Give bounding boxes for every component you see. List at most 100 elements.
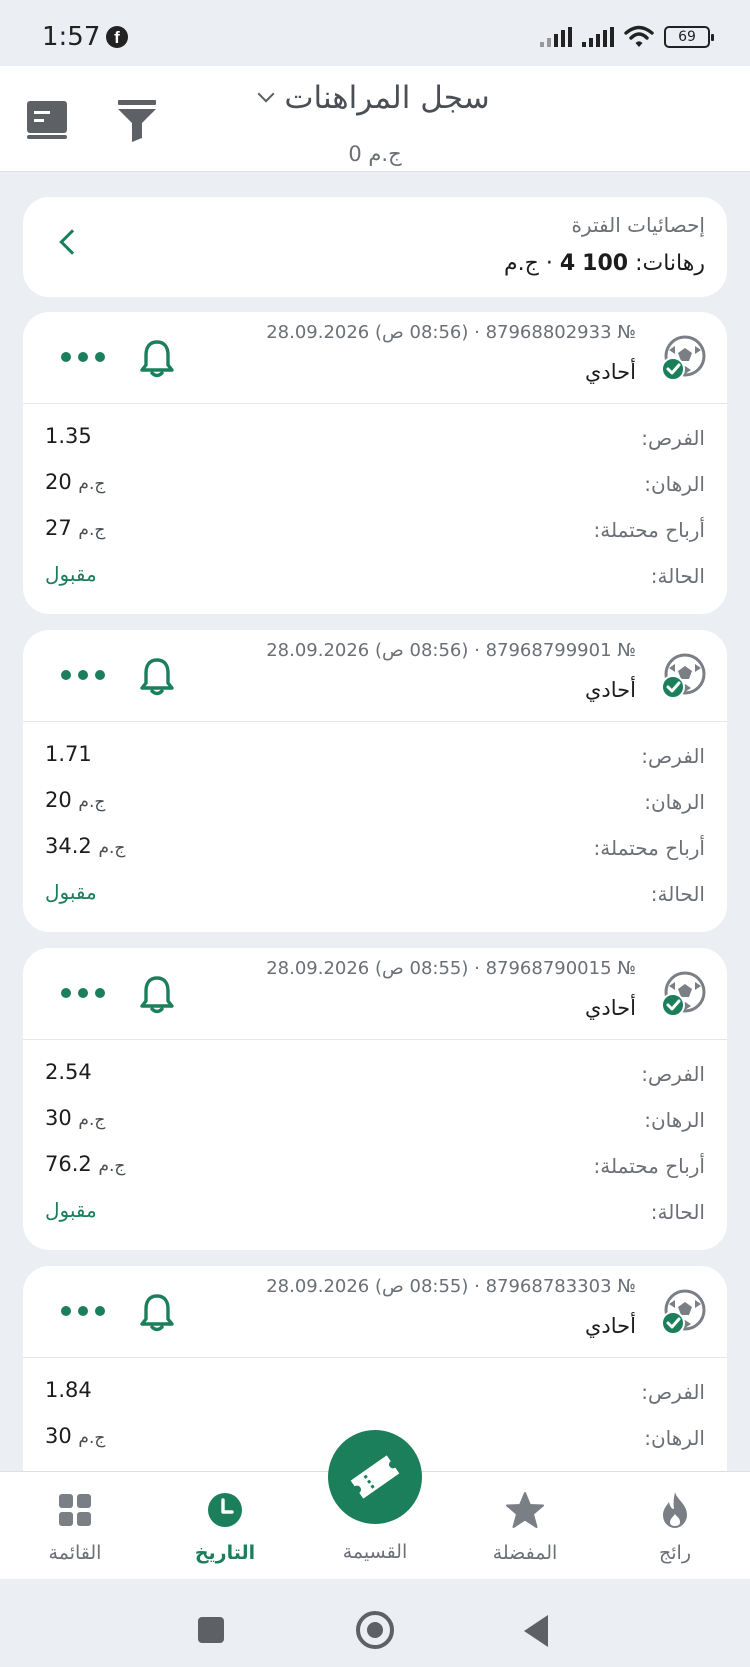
status-value: مقبول xyxy=(45,562,97,586)
more-options-button[interactable] xyxy=(47,1286,137,1336)
more-options-button[interactable] xyxy=(47,332,137,382)
bell-icon[interactable] xyxy=(139,338,175,378)
balance-subtitle: ج.م 0 xyxy=(348,142,402,166)
more-dots-icon xyxy=(61,1306,105,1316)
potential-currency: ج.م xyxy=(78,520,106,540)
potential-row: أرباح محتملة: 34.2 ج.م xyxy=(23,828,727,874)
filter-icon[interactable] xyxy=(116,98,158,142)
odds-label: الفرص: xyxy=(641,744,705,768)
bet-card[interactable]: № 87968799901 · (08:56 ص) 28.09.2026 أحا… xyxy=(23,630,727,932)
more-dots-icon xyxy=(61,670,105,680)
potential-amount: 76.2 xyxy=(45,1152,92,1176)
nav-coupon-label: القسيمة xyxy=(342,1541,408,1563)
odds-row: الفرص: 1.35 xyxy=(23,418,727,464)
stats-bets-label: رهانات: xyxy=(635,251,705,276)
potential-amount: 34.2 xyxy=(45,834,92,858)
stake-row: الرهان: 20 ج.م xyxy=(23,782,727,828)
bet-type: أحادي xyxy=(584,1314,636,1338)
nav-favorites[interactable]: المفضلة xyxy=(450,1472,600,1580)
nav-history[interactable]: التاريخ xyxy=(150,1472,300,1580)
fire-icon xyxy=(663,1492,687,1528)
bet-card-header: № 87968802933 · (08:56 ص) 28.09.2026 أحا… xyxy=(23,312,727,404)
nav-menu-label: القائمة xyxy=(48,1542,102,1564)
more-options-button[interactable] xyxy=(47,968,137,1018)
bet-meta: № 87968783303 · (08:55 ص) 28.09.2026 xyxy=(266,1276,636,1297)
more-dots-icon xyxy=(61,988,105,998)
more-dots-icon xyxy=(61,352,105,362)
football-check-icon xyxy=(661,1289,706,1335)
football-check-icon xyxy=(661,335,706,381)
stake-label: الرهان: xyxy=(644,472,705,496)
nav-trending-label: رائج xyxy=(658,1542,691,1564)
bet-type: أحادي xyxy=(584,360,636,384)
stake-value: 30 ج.م xyxy=(45,1106,105,1130)
bell-icon[interactable] xyxy=(139,974,175,1014)
potential-value: 34.2 ج.م xyxy=(45,834,125,858)
odds-row: الفرص: 2.54 xyxy=(23,1054,727,1100)
page-title: سجل المراهنات xyxy=(284,80,490,116)
bet-type: أحادي xyxy=(584,678,636,702)
bet-card[interactable]: № 87968790015 · (08:55 ص) 28.09.2026 أحا… xyxy=(23,948,727,1250)
stake-currency: ج.م xyxy=(78,1428,106,1448)
system-nav-bar xyxy=(0,1579,750,1667)
odds-label: الفرص: xyxy=(641,1380,705,1404)
potential-value: 27 ج.م xyxy=(45,516,105,540)
bet-card[interactable]: № 87968802933 · (08:56 ص) 28.09.2026 أحا… xyxy=(23,312,727,614)
chevron-left-icon[interactable] xyxy=(59,229,85,255)
star-icon xyxy=(506,1492,544,1528)
status-row: الحالة: مقبول xyxy=(23,1192,727,1238)
home-button[interactable] xyxy=(356,1611,394,1649)
potential-currency: ج.م xyxy=(98,1156,126,1176)
odds-value: 1.84 xyxy=(45,1378,92,1402)
bet-meta: № 87968799901 · (08:56 ص) 28.09.2026 xyxy=(266,640,636,661)
bet-card-header: № 87968790015 · (08:55 ص) 28.09.2026 أحا… xyxy=(23,948,727,1040)
stats-separator: · xyxy=(545,251,553,276)
odds-row: الفرص: 1.84 xyxy=(23,1372,727,1418)
potential-label: أرباح محتملة: xyxy=(593,836,705,860)
back-button[interactable] xyxy=(524,1615,548,1647)
stake-value: 20 ج.م xyxy=(45,470,105,494)
football-check-icon xyxy=(661,653,706,699)
stats-amount: 100 xyxy=(582,251,629,276)
status-value: مقبول xyxy=(45,1198,97,1222)
grid-icon xyxy=(59,1494,91,1526)
status-label: الحالة: xyxy=(650,564,705,588)
status-label: الحالة: xyxy=(650,882,705,906)
stake-currency: ج.م xyxy=(78,474,106,494)
coupon-button[interactable] xyxy=(328,1430,422,1524)
stake-value: 20 ج.م xyxy=(45,788,105,812)
stats-summary: رهانات: 100 4 · ج.م xyxy=(504,251,705,276)
more-options-button[interactable] xyxy=(47,650,137,700)
odds-value: 2.54 xyxy=(45,1060,92,1084)
nav-menu[interactable]: القائمة xyxy=(0,1472,150,1580)
facebook-icon: f xyxy=(106,26,128,48)
bell-icon[interactable] xyxy=(139,1292,175,1332)
odds-label: الفرص: xyxy=(641,426,705,450)
odds-label: الفرص: xyxy=(641,1062,705,1086)
stake-value: 30 ج.م xyxy=(45,1424,105,1448)
stats-title: إحصائيات الفترة xyxy=(571,213,705,237)
bet-type: أحادي xyxy=(584,996,636,1020)
period-stats-card[interactable]: إحصائيات الفترة رهانات: 100 4 · ج.م xyxy=(23,197,727,297)
potential-value: 76.2 ج.م xyxy=(45,1152,125,1176)
app-header: سجل المراهنات ج.م 0 xyxy=(0,66,750,172)
potential-label: أرباح محتملة: xyxy=(593,518,705,542)
bet-meta: № 87968802933 · (08:56 ص) 28.09.2026 xyxy=(266,322,636,343)
stake-row: الرهان: 30 ج.م xyxy=(23,1100,727,1146)
signal-icon xyxy=(582,27,614,47)
status-row: الحالة: مقبول xyxy=(23,874,727,920)
potential-label: أرباح محتملة: xyxy=(593,1154,705,1178)
nav-trending[interactable]: رائج xyxy=(600,1472,750,1580)
status-time: 1:57 xyxy=(42,22,101,52)
battery-icon: 69 xyxy=(664,26,714,48)
recents-button[interactable] xyxy=(198,1617,224,1643)
list-icon[interactable] xyxy=(26,100,68,140)
status-icons: 69 xyxy=(540,24,714,50)
status-label: الحالة: xyxy=(650,1200,705,1224)
bell-icon[interactable] xyxy=(139,656,175,696)
potential-currency: ج.م xyxy=(98,838,126,858)
title-dropdown[interactable]: سجل المراهنات xyxy=(0,80,750,116)
potential-row: أرباح محتملة: 27 ج.م xyxy=(23,510,727,556)
potential-amount: 27 xyxy=(45,516,72,540)
wifi-icon xyxy=(624,25,654,47)
